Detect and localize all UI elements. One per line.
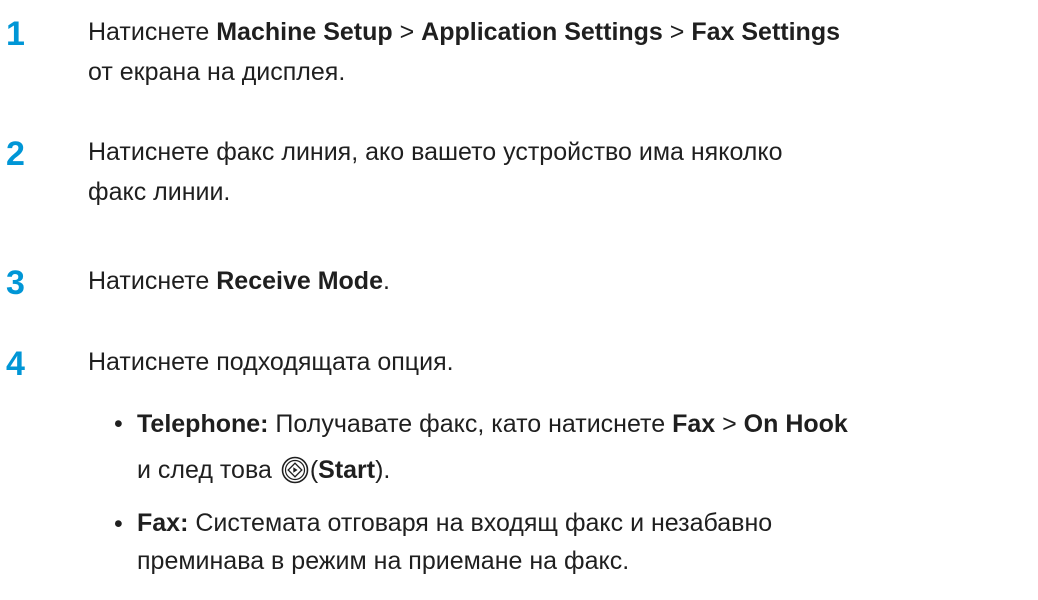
start-button-icon xyxy=(281,456,309,484)
step-text: Натиснете факс линия, ако вашето устройс… xyxy=(88,138,783,206)
menu-application-settings: Application Settings xyxy=(421,18,663,46)
option-text: Fax: Системата отговаря на входящ факс и… xyxy=(137,509,773,575)
step-text: Натиснете Receive Mode. xyxy=(88,267,390,295)
key-start: Start xyxy=(318,456,376,484)
step-number: 1 xyxy=(6,15,25,53)
step-number: 2 xyxy=(6,135,25,173)
step-text: Натиснете подходящата опция. xyxy=(88,348,454,376)
menu-machine-setup: Machine Setup xyxy=(216,18,393,46)
bullet-icon: • xyxy=(114,410,123,438)
bullet-icon: • xyxy=(114,510,123,538)
option-text: Telephone: Получавате факс, като натисне… xyxy=(137,410,848,484)
key-on-hook: On Hook xyxy=(743,410,848,438)
step-number: 3 xyxy=(6,264,25,302)
key-fax: Fax xyxy=(672,410,716,438)
step-text: Натиснете Machine Setup > Application Se… xyxy=(88,18,840,86)
menu-receive-mode: Receive Mode xyxy=(216,267,383,295)
menu-fax-settings: Fax Settings xyxy=(691,18,840,46)
step-number: 4 xyxy=(6,345,25,383)
option-term: Fax: xyxy=(137,509,189,537)
option-term: Telephone: xyxy=(137,410,269,438)
